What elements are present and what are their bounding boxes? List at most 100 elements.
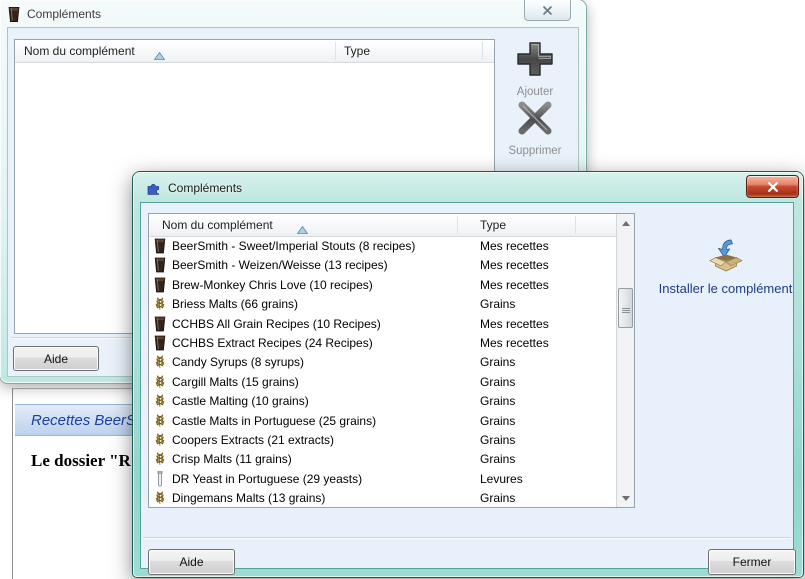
column-separator — [457, 216, 458, 234]
beer-mug-icon — [153, 238, 167, 254]
addon-name: BeerSmith - Weizen/Weisse (13 recipes) — [172, 258, 388, 272]
remove-button[interactable]: Supprimer — [489, 99, 581, 157]
grain-icon — [153, 432, 167, 448]
grain-icon — [153, 374, 167, 390]
grain-icon — [153, 296, 167, 312]
close-button[interactable] — [746, 175, 799, 198]
close-icon — [542, 6, 553, 15]
addon-type: Mes recettes — [480, 278, 549, 292]
beer-mug-icon — [153, 277, 167, 293]
close-dialog-label: Fermer — [733, 555, 772, 569]
list-item[interactable]: Cargill Malts (15 grains) Grains — [149, 372, 598, 391]
window-title: Compléments — [27, 7, 101, 21]
grain-icon — [153, 354, 167, 370]
list-item[interactable]: BeerSmith - Sweet/Imperial Stouts (8 rec… — [149, 236, 598, 255]
close-dialog-button[interactable]: Fermer — [708, 549, 796, 575]
close-button[interactable] — [524, 0, 571, 21]
addon-type: Mes recettes — [480, 239, 549, 253]
grain-icon — [153, 490, 167, 506]
plus-icon — [515, 40, 555, 78]
remove-button-label: Supprimer — [489, 145, 581, 157]
grain-icon — [153, 413, 167, 429]
column-separator — [335, 42, 336, 60]
addon-type: Levures — [480, 472, 523, 486]
help-button[interactable]: Aide — [13, 346, 99, 371]
install-box-icon — [706, 239, 746, 273]
addon-type: Mes recettes — [480, 317, 549, 331]
dialog-content: Nom du complément Type BeerSmith - Sweet… — [140, 202, 794, 569]
yeast-vial-icon — [153, 471, 167, 487]
grip-icon — [622, 308, 630, 309]
grain-icon — [153, 393, 167, 409]
beer-mug-icon — [153, 316, 167, 332]
beer-mug-icon — [153, 335, 167, 351]
close-icon — [767, 182, 779, 192]
addons-window-front: Compléments Nom du complément Type BeerS… — [133, 172, 803, 577]
beer-mug-icon — [8, 6, 20, 23]
add-button-label: Ajouter — [495, 86, 575, 98]
list-item[interactable]: BeerSmith - Weizen/Weisse (13 recipes) Me… — [149, 255, 598, 274]
list-header[interactable]: Nom du complément Type — [15, 40, 494, 63]
sort-ascending-icon — [297, 221, 308, 229]
list-item[interactable]: Briess Malts (66 grains) Grains — [149, 294, 598, 313]
vertical-scrollbar[interactable] — [616, 214, 634, 507]
window-title: Compléments — [168, 181, 242, 195]
x-mark-icon — [513, 99, 557, 137]
sort-ascending-icon — [154, 47, 165, 55]
addon-type: Grains — [480, 375, 515, 389]
column-name[interactable]: Nom du complément — [24, 44, 135, 58]
list-item[interactable]: Crisp Malts (11 grains) Grains — [149, 449, 598, 468]
column-type[interactable]: Type — [344, 44, 370, 58]
addon-name: Candy Syrups (8 syrups) — [172, 355, 304, 369]
scroll-up-button[interactable] — [618, 215, 633, 231]
addon-type: Mes recettes — [480, 258, 549, 272]
install-addon-label: Installer le complément — [648, 281, 803, 296]
addon-name: BeerSmith - Sweet/Imperial Stouts (8 rec… — [172, 239, 415, 253]
grain-icon — [153, 451, 167, 467]
add-button[interactable]: Ajouter — [495, 40, 575, 98]
addon-type: Grains — [480, 433, 515, 447]
addon-name: Cargill Malts (15 grains) — [172, 375, 299, 389]
addon-name: Briess Malts (66 grains) — [172, 297, 298, 311]
addon-type: Grains — [480, 355, 515, 369]
list-rows: BeerSmith - Sweet/Imperial Stouts (8 rec… — [149, 236, 616, 507]
list-header[interactable]: Nom du complément Type — [149, 214, 616, 237]
install-addon-button[interactable]: Installer le complément — [648, 239, 803, 296]
addon-type: Grains — [480, 394, 515, 408]
help-button[interactable]: Aide — [148, 549, 235, 575]
list-item[interactable]: Castle Malting (10 grains)Grains — [149, 391, 598, 410]
help-button-label: Aide — [44, 352, 68, 366]
divider — [143, 537, 791, 538]
addon-name: Crisp Malts (11 grains) — [172, 452, 292, 466]
addon-name: Dingemans Malts (13 grains) — [172, 491, 325, 505]
list-item[interactable]: Castle Malts in Portuguese (25 grains)Gr… — [149, 411, 598, 430]
recipes-panel-title: Recettes BeerSm — [31, 412, 149, 429]
addon-type: Grains — [480, 414, 515, 428]
arrow-down-icon — [622, 496, 630, 501]
column-type[interactable]: Type — [480, 218, 506, 232]
addon-type: Grains — [480, 297, 515, 311]
addon-type: Mes recettes — [480, 336, 549, 350]
scroll-down-button[interactable] — [618, 490, 633, 506]
list-item[interactable]: DR Yeast in Portuguese (29 yeasts)Levure… — [149, 469, 598, 488]
addon-name: Brew-Monkey Chris Love (10 recipes) — [172, 278, 373, 292]
addon-type: Grains — [480, 491, 515, 505]
list-item[interactable]: Coopers Extracts (21 extracts) Grains — [149, 430, 598, 449]
addon-name: CCHBS Extract Recipes (24 Recipes) — [172, 336, 373, 350]
arrow-up-icon — [622, 221, 630, 226]
list-item[interactable]: CCHBS All Grain Recipes (10 Recipes) Mes … — [149, 314, 598, 333]
list-item[interactable]: Dingemans Malts (13 grains) Grains — [149, 488, 598, 507]
puzzle-icon — [146, 181, 161, 196]
list-item[interactable]: CCHBS Extract Recipes (24 Recipes) Mes re… — [149, 333, 598, 352]
addon-type: Grains — [480, 452, 515, 466]
scrollbar-thumb[interactable] — [618, 288, 633, 328]
desktop: { "background_panel": { "header_title": … — [0, 0, 805, 578]
column-separator — [575, 216, 576, 234]
addons-list[interactable]: Nom du complément Type BeerSmith - Sweet… — [148, 213, 635, 508]
list-item[interactable]: Brew-Monkey Chris Love (10 recipes) Mes r… — [149, 275, 598, 294]
addon-name: Coopers Extracts (21 extracts) — [172, 433, 334, 447]
column-name[interactable]: Nom du complément — [162, 218, 273, 232]
help-button-label: Aide — [179, 555, 203, 569]
addon-name: CCHBS All Grain Recipes (10 Recipes) — [172, 317, 381, 331]
list-item[interactable]: Candy Syrups (8 syrups) Grains — [149, 352, 598, 371]
